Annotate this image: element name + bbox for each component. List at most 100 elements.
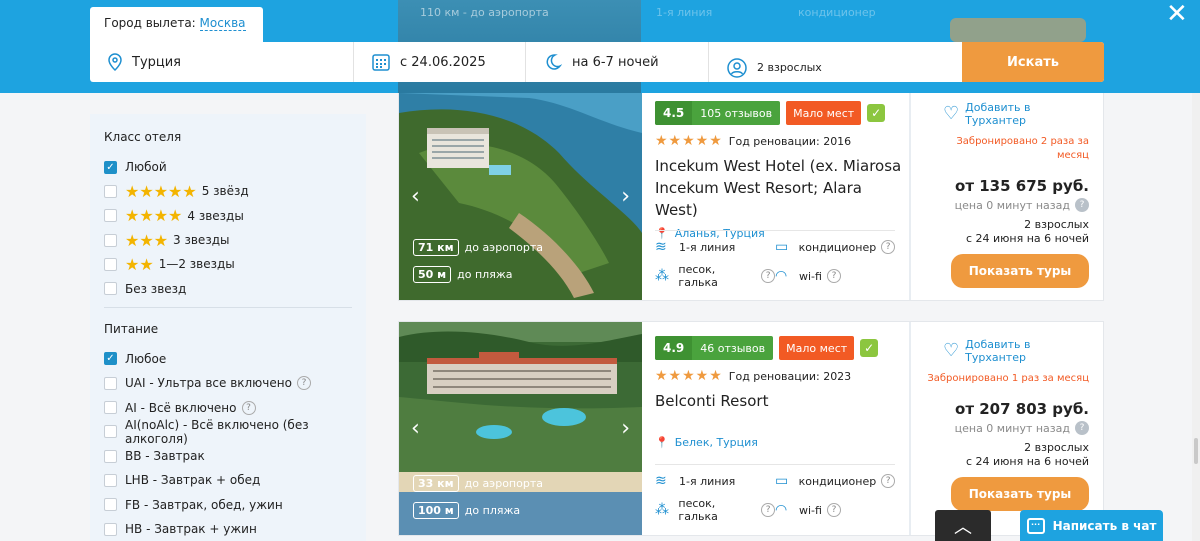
show-tours-button[interactable]: Показать туры	[951, 254, 1089, 288]
checkbox-checked[interactable]: ✓	[104, 352, 117, 366]
help-icon[interactable]: ?	[761, 269, 775, 283]
hotel-class-option[interactable]: ★★★★ 4 звезды	[104, 204, 352, 228]
checkbox[interactable]	[104, 425, 117, 439]
badges-row: 4.5 105 отзывов Мало мест ✓	[655, 101, 905, 125]
destination-field[interactable]: Турция	[90, 42, 354, 82]
airport-distance: 33 км до аэропорта	[413, 475, 543, 492]
amenity-label: 1-я линия	[679, 474, 736, 488]
amenity-wifi: ◠ wi-fi?	[775, 263, 895, 289]
search-form: Турция с 24.06.2025 на 6-7 ночей 2 взрос…	[90, 42, 1104, 82]
guests-field[interactable]: 2 взрослых	[709, 48, 962, 88]
help-icon[interactable]: ?	[881, 474, 895, 488]
amenity-label: песок, галька	[678, 263, 718, 289]
scrollbar-thumb[interactable]	[1194, 438, 1198, 464]
checkbox[interactable]	[104, 376, 117, 390]
checkbox[interactable]	[104, 522, 117, 536]
verified-check-icon: ✓	[867, 104, 886, 122]
checkbox[interactable]	[104, 498, 117, 512]
option-label: UAI - Ультра все включено	[125, 376, 292, 391]
departure-city-link[interactable]: Москва	[199, 16, 246, 31]
dates-text: с 24 июня на 6 ночей	[965, 232, 1089, 245]
hotel-class-option[interactable]: ★★★★★ 5 звёзд	[104, 179, 352, 203]
page-scrollbar[interactable]	[1192, 93, 1200, 541]
close-icon[interactable]: ✕	[1166, 0, 1188, 28]
meal-option[interactable]: ✓ Любое	[104, 347, 352, 371]
stars-icon: ★★	[125, 254, 154, 274]
hotel-info: 4.5 105 отзывов Мало мест ✓ ★★★★★ Год ре…	[655, 93, 905, 300]
heart-icon: ♡	[943, 340, 960, 361]
meal-option[interactable]: UAI - Ультра все включено?	[104, 371, 352, 395]
checkbox[interactable]	[104, 473, 117, 487]
add-to-favorites[interactable]: ♡ Добавить в Турхантер	[943, 338, 1089, 364]
add-to-favorites[interactable]: ♡ Добавить в Турхантер	[943, 101, 1089, 127]
chat-button[interactable]: ··· Написать в чат	[1020, 510, 1163, 541]
meal-option[interactable]: LHB - Завтрак + обед	[104, 468, 352, 492]
option-label: FB - Завтрак, обед, ужин	[125, 497, 283, 512]
reviews-count: 46 отзывов	[700, 341, 766, 355]
meal-option[interactable]: AI - Всё включено?	[104, 395, 352, 419]
user-icon	[727, 58, 747, 78]
meal-option[interactable]: BB - Завтрак	[104, 444, 352, 468]
nights-field[interactable]: на 6-7 ночей	[526, 42, 709, 82]
hotel-location[interactable]: 📍 Белек, Турция	[655, 436, 905, 449]
air-conditioner-icon: ▭	[775, 239, 789, 255]
amenity-first-line: ≋ 1-я линия	[655, 473, 775, 489]
help-icon[interactable]: ?	[881, 240, 895, 254]
help-icon[interactable]: ?	[1075, 421, 1089, 435]
option-label: 1—2 звезды	[158, 257, 235, 272]
date-value: с 24.06.2025	[400, 54, 486, 70]
prev-photo-icon[interactable]: ‹	[411, 415, 420, 443]
meal-option[interactable]: AI(noAlc) - Всё включено (без алкоголя)	[104, 418, 352, 446]
beach-m: 100 м	[413, 502, 459, 519]
next-photo-icon[interactable]: ›	[621, 415, 630, 443]
next-photo-icon[interactable]: ›	[621, 183, 630, 211]
checkbox[interactable]	[104, 282, 117, 296]
amenities: ≋ 1-я линия ▭ кондиционер? ⁂ песок, галька?…	[655, 464, 895, 523]
airport-km: 71 км	[413, 239, 459, 256]
show-tours-button[interactable]: Показать туры	[951, 477, 1089, 511]
hotel-name-link[interactable]: Incekum West Hotel (ex. Miarosa Incekum …	[655, 155, 905, 221]
search-button[interactable]: Искать	[962, 42, 1104, 82]
prev-photo-icon[interactable]: ‹	[411, 183, 420, 211]
meal-option[interactable]: FB - Завтрак, обед, ужин	[104, 493, 352, 517]
checkbox[interactable]	[104, 449, 117, 463]
help-icon[interactable]: ?	[296, 376, 311, 391]
hotel-name-link[interactable]: Belconti Resort	[655, 390, 905, 412]
checkbox[interactable]	[104, 257, 117, 271]
moon-icon	[546, 54, 562, 70]
help-icon[interactable]: ?	[241, 400, 256, 415]
meals-list: ✓ Любое UAI - Ультра все включено? AI - В…	[104, 347, 352, 541]
scrolled-button	[950, 18, 1086, 42]
checkbox[interactable]	[104, 184, 117, 198]
hotel-class-option[interactable]: ★★★ 3 звезды	[104, 228, 352, 252]
help-icon[interactable]: ?	[761, 503, 775, 517]
scroll-to-top-button[interactable]: ︿	[935, 510, 991, 541]
date-field[interactable]: с 24.06.2025	[354, 42, 526, 82]
price-panel: ♡ Добавить в Турхантер Забронировано 1 р…	[909, 322, 1105, 535]
airport-km: 33 км	[413, 475, 459, 492]
rating-badge[interactable]: 4.5 105 отзывов	[655, 101, 781, 125]
hotel-class-option[interactable]: Без звезд	[104, 276, 352, 300]
amenity-label: 1-я линия	[679, 240, 736, 254]
amenity-first-line: ≋ 1-я линия	[655, 239, 775, 255]
hotel-class-option[interactable]: ✓ Любой	[104, 155, 352, 179]
price-amount: от 135 675 руб.	[955, 177, 1089, 195]
departure-city-selector[interactable]: Город вылета: Москва	[90, 7, 263, 43]
meal-option[interactable]: HB - Завтрак + ужин	[104, 517, 352, 541]
booked-count: Забронировано 1 раз за месяц	[927, 373, 1089, 384]
help-icon[interactable]: ?	[826, 503, 841, 517]
checkbox[interactable]	[104, 401, 117, 415]
amenity-label: кондиционер	[798, 240, 877, 254]
stars-icon: ★★★★	[125, 206, 183, 226]
hotel-photo[interactable]: ‹ › 33 км до аэропорта 100 м до пляжа	[399, 322, 642, 535]
checkbox[interactable]	[104, 209, 117, 223]
badges-row: 4.9 46 отзывов Мало мест ✓	[655, 336, 905, 360]
checkbox-checked[interactable]: ✓	[104, 160, 117, 174]
help-icon[interactable]: ?	[826, 269, 841, 283]
rating-badge[interactable]: 4.9 46 отзывов	[655, 336, 774, 360]
hotel-photo[interactable]: ‹ › 71 км до аэропорта 50 м до пляжа	[399, 93, 642, 300]
checkbox[interactable]	[104, 233, 117, 247]
help-icon[interactable]: ?	[1075, 198, 1089, 212]
rating-value: 4.5	[655, 101, 693, 125]
hotel-class-option[interactable]: ★★ 1—2 звезды	[104, 252, 352, 276]
